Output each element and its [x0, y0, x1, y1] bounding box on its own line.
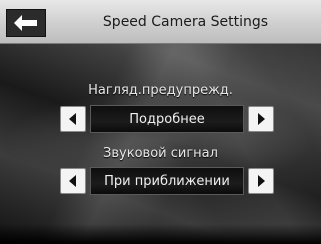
visual-warning-next-button[interactable]	[248, 106, 274, 132]
bottom-shade	[0, 224, 321, 244]
right-arrow-icon	[258, 175, 265, 187]
sound-signal-label: Звуковой сигнал	[103, 146, 218, 161]
visual-warning-prev-button[interactable]	[60, 106, 86, 132]
visual-warning-value: Подробнее	[90, 105, 244, 133]
sound-signal-value: При приближении	[90, 167, 244, 195]
back-button[interactable]	[6, 9, 46, 37]
right-arrow-icon	[258, 113, 265, 125]
sound-signal-prev-button[interactable]	[60, 168, 86, 194]
sound-signal-next-button[interactable]	[248, 168, 274, 194]
back-arrow-icon	[14, 15, 37, 31]
page-title: Speed Camera Settings	[102, 14, 269, 30]
speed-camera-settings-screen: Speed Camera Settings Нагляд.предупрежд.…	[0, 0, 321, 244]
left-arrow-icon	[69, 113, 76, 125]
visual-warning-label: Нагляд.предупрежд.	[88, 83, 233, 98]
header-bar: Speed Camera Settings	[0, 0, 321, 44]
left-arrow-icon	[69, 175, 76, 187]
